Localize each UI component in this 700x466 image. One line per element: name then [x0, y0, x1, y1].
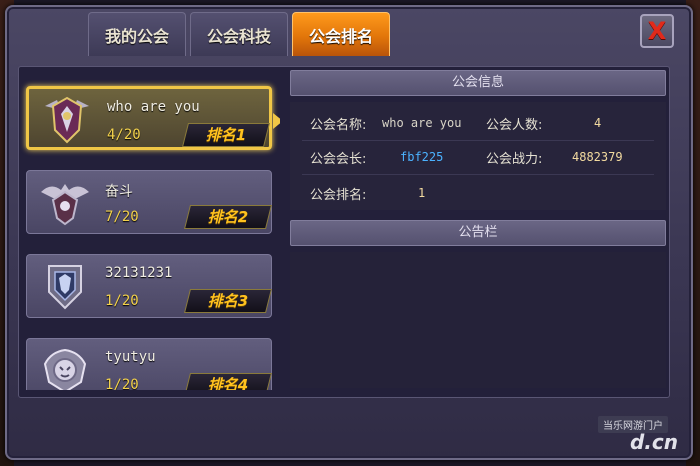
- guild-info-header: 公会信息: [290, 70, 666, 96]
- guild-name: 32131231: [105, 265, 173, 281]
- tab-my-guild[interactable]: 我的公会: [88, 12, 186, 56]
- guild-list-item[interactable]: 32131231 1/20 排名3: [26, 254, 272, 318]
- rank-badge: 排名1: [182, 123, 270, 147]
- guild-member-count: 7/20: [105, 209, 139, 225]
- rank-label: 排名4: [207, 376, 249, 390]
- rank-label: 排名1: [205, 126, 247, 144]
- guild-member-count: 1/20: [105, 377, 139, 390]
- rank-label: 排名2: [207, 208, 249, 226]
- guild-list-item[interactable]: 奋斗 7/20 排名2: [26, 170, 272, 234]
- eagle-crest-emblem-icon: [41, 184, 89, 226]
- guild-rank-label: 公会排名:: [310, 188, 367, 203]
- rank-badge: 排名2: [184, 205, 272, 229]
- guild-count-value: 4: [594, 116, 602, 130]
- selected-arrow-icon: [273, 113, 280, 129]
- notice-board: [290, 252, 666, 388]
- watermark-domain: d.cn: [629, 430, 678, 454]
- guild-name: 奋斗: [105, 184, 133, 200]
- close-button[interactable]: X: [640, 14, 674, 48]
- guild-list-item[interactable]: tyutyu 1/20 排名4: [26, 338, 272, 390]
- guild-name-value: who are you: [382, 116, 462, 130]
- rank-label: 排名3: [207, 292, 249, 310]
- guild-member-count: 1/20: [105, 293, 139, 309]
- guild-name: tyutyu: [105, 349, 156, 365]
- guild-power-label: 公会战力:: [486, 152, 543, 167]
- winged-shield-emblem-icon: [45, 96, 89, 144]
- guild-leader-link[interactable]: fbf225: [400, 150, 443, 164]
- rank-badge: 排名4: [184, 373, 272, 390]
- tab-guild-ranking[interactable]: 公会排名: [292, 12, 390, 56]
- close-icon: X: [647, 17, 667, 45]
- guild-name: who are you: [107, 99, 200, 115]
- guild-power-value: 4882379: [572, 150, 623, 164]
- wolf-shield-emblem-icon: [48, 265, 82, 310]
- guild-name-label: 公会名称:: [310, 118, 367, 133]
- guild-info-box: 公会名称: who are you 公会人数: 4 公会会长: fbf225 公…: [290, 102, 666, 210]
- tab-bar: 我的公会 公会科技 公会排名: [88, 12, 394, 56]
- tiger-crest-emblem-icon: [43, 348, 87, 390]
- guild-rank-value: 1: [418, 186, 426, 200]
- row-divider: [302, 140, 654, 141]
- guild-info-panel: 公会信息 公会名称: who are you 公会人数: 4 公会会长: fbf…: [290, 70, 666, 390]
- guild-ranking-list[interactable]: who are you 4/20 排名1 奋斗 7/20 排名2 3213123…: [20, 78, 280, 390]
- guild-list-item[interactable]: who are you 4/20 排名1: [26, 86, 280, 150]
- guild-member-count: 4/20: [107, 127, 141, 143]
- rank-badge: 排名3: [184, 289, 272, 313]
- site-watermark: 当乐网游门户 d.cn: [560, 410, 690, 460]
- tab-guild-tech[interactable]: 公会科技: [190, 12, 288, 56]
- row-divider: [302, 174, 654, 175]
- notice-board-header: 公告栏: [290, 220, 666, 246]
- guild-count-label: 公会人数:: [486, 118, 543, 133]
- guild-leader-label: 公会会长:: [310, 152, 367, 167]
